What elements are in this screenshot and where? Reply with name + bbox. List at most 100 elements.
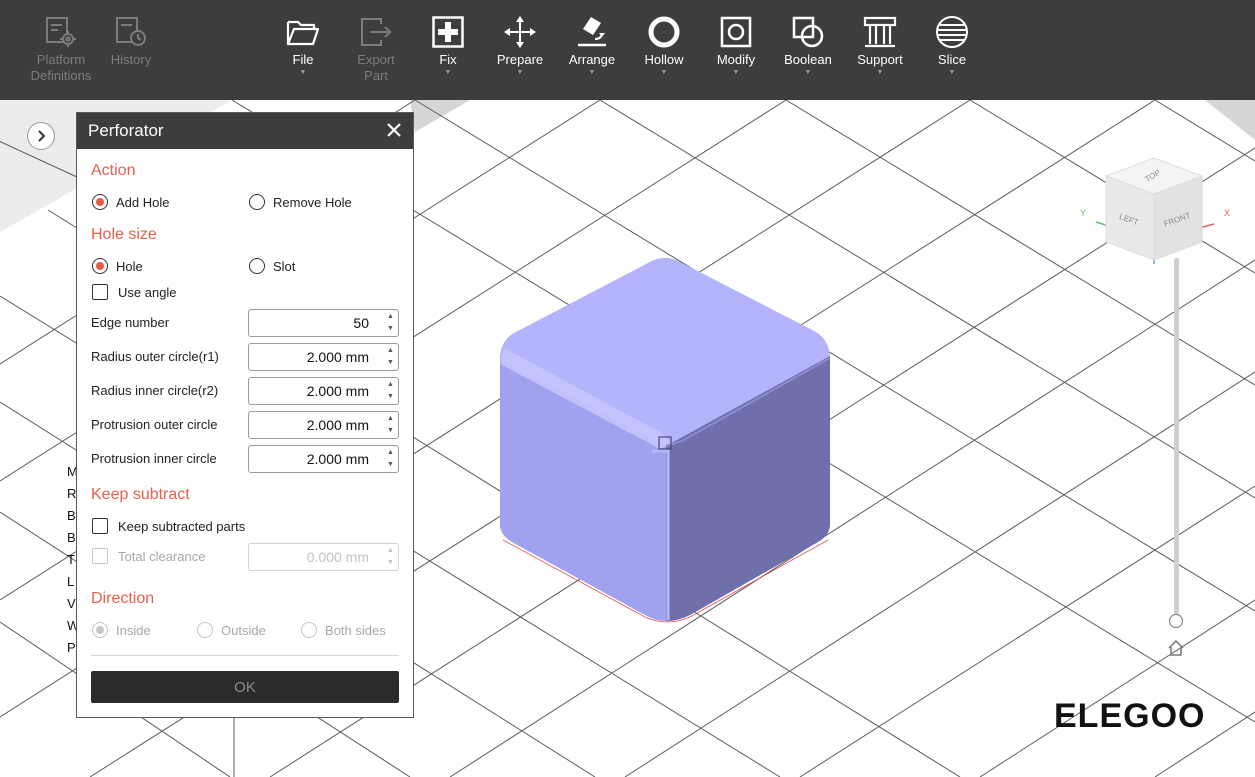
folder-icon xyxy=(285,14,321,50)
dialog-title: Perforator xyxy=(88,121,164,140)
history-icon xyxy=(113,14,149,50)
protrusion-inner-spinbox[interactable]: ▲▼ xyxy=(248,445,399,473)
slot-label: Slot xyxy=(273,258,296,274)
spin-arrows[interactable]: ▲ ▼ xyxy=(387,415,395,435)
boolean-button[interactable]: Boolean ▼ xyxy=(773,0,843,100)
svg-text:ELEGOO: ELEGOO xyxy=(1054,697,1205,735)
support-button[interactable]: Support ▼ xyxy=(845,0,915,100)
radius-inner-spinbox[interactable]: ▲▼ xyxy=(248,377,399,405)
spin-arrows[interactable]: ▲ ▼ xyxy=(387,449,395,469)
support-label: Support xyxy=(857,52,903,67)
direction-section-title: Direction xyxy=(91,590,155,607)
ok-button[interactable]: OK xyxy=(91,671,399,703)
fix-label: Fix xyxy=(439,52,457,67)
chevron-right-icon xyxy=(38,130,46,142)
use-angle-checkbox[interactable]: Use angle xyxy=(92,284,177,300)
chevron-down-icon: ▼ xyxy=(660,69,668,76)
both-sides-radio[interactable]: Both sides xyxy=(301,622,386,638)
chevron-down-icon: ▼ xyxy=(588,69,596,76)
remove-hole-label: Remove Hole xyxy=(273,194,352,210)
support-icon xyxy=(862,14,898,50)
radius-inner-input[interactable] xyxy=(249,383,369,399)
slice-button[interactable]: Slice ▼ xyxy=(917,0,987,100)
radius-outer-spinbox[interactable]: ▲▼ xyxy=(248,343,399,371)
arrange-button[interactable]: Arrange ▼ xyxy=(557,0,627,100)
side-panel-letter: R xyxy=(67,486,77,501)
fix-button[interactable]: Fix ▼ xyxy=(413,0,483,100)
slot-radio[interactable]: Slot xyxy=(249,258,295,274)
total-clearance-input[interactable] xyxy=(249,549,369,565)
expand-panel-button[interactable] xyxy=(27,122,55,150)
perforator-dialog: Perforator Action Add Hole Remove Hole H… xyxy=(76,112,414,718)
action-section-title: Action xyxy=(91,162,136,179)
keep-subtracted-parts-label: Keep subtracted parts xyxy=(118,518,246,534)
checkbox-box xyxy=(92,284,108,300)
radio-indicator xyxy=(249,258,265,274)
spin-arrows[interactable]: ▲ ▼ xyxy=(387,547,395,567)
chevron-down-icon: ▼ xyxy=(732,69,740,76)
use-angle-label: Use angle xyxy=(118,284,177,300)
modify-icon xyxy=(718,14,754,50)
hole-size-section-title: Hole size xyxy=(91,226,157,243)
modify-label: Modify xyxy=(716,52,756,67)
axis-x-label: X xyxy=(1224,208,1230,218)
edge-number-input[interactable] xyxy=(249,315,369,331)
elegoo-logo: ELEGOO xyxy=(1054,697,1205,735)
hollow-button[interactable]: Hollow ▼ xyxy=(629,0,699,100)
protrusion-inner-input[interactable] xyxy=(249,451,369,467)
protrusion-outer-spinbox[interactable]: ▲▼ xyxy=(248,411,399,439)
layer-slider-track[interactable] xyxy=(1174,258,1179,620)
side-panel-letter: B xyxy=(67,530,76,545)
edge-number-label: Edge number xyxy=(91,315,170,330)
hole-label: Hole xyxy=(116,258,143,274)
boolean-label: Boolean xyxy=(784,52,832,67)
export-part-button[interactable]: Export Part xyxy=(341,0,411,100)
inside-radio[interactable]: Inside xyxy=(92,622,151,638)
platform-definitions-label: Platform Definitions xyxy=(30,52,92,83)
modify-button[interactable]: Modify ▼ xyxy=(701,0,771,100)
remove-hole-radio[interactable]: Remove Hole xyxy=(249,194,352,210)
checkbox-box xyxy=(92,518,108,534)
hole-radio[interactable]: Hole xyxy=(92,258,143,274)
total-clearance-checkbox[interactable]: Total clearance xyxy=(92,548,205,564)
outside-radio[interactable]: Outside xyxy=(197,622,266,638)
platform-settings-icon xyxy=(43,14,79,50)
total-clearance-spinbox[interactable]: ▲▼ xyxy=(248,543,399,571)
add-hole-label: Add Hole xyxy=(116,194,170,210)
keep-subtract-section-title: Keep subtract xyxy=(91,486,190,503)
file-button[interactable]: File ▼ xyxy=(268,0,338,100)
arrange-label: Arrange xyxy=(568,52,616,67)
total-clearance-label: Total clearance xyxy=(118,548,206,564)
move-arrows-icon xyxy=(502,14,538,50)
slice-icon xyxy=(934,14,970,50)
prepare-button[interactable]: Prepare ▼ xyxy=(485,0,555,100)
home-view-icon[interactable] xyxy=(1166,638,1186,658)
chevron-down-icon: ▼ xyxy=(804,69,812,76)
chevron-down-icon: ▼ xyxy=(299,69,307,76)
spin-arrows[interactable]: ▲ ▼ xyxy=(387,313,395,333)
hollow-ring-icon xyxy=(646,14,682,50)
keep-subtracted-parts-checkbox[interactable]: Keep subtracted parts xyxy=(92,518,245,534)
radius-outer-input[interactable] xyxy=(249,349,369,365)
edge-number-spinbox[interactable]: ▲▼ xyxy=(248,309,399,337)
side-panel-letter: V xyxy=(67,596,76,611)
radio-indicator xyxy=(249,194,265,210)
chevron-down-icon: ▼ xyxy=(444,69,452,76)
axis-y-label: Y xyxy=(1080,208,1086,218)
platform-definitions-button[interactable]: Platform Definitions xyxy=(26,0,96,100)
close-icon[interactable] xyxy=(385,121,403,139)
chevron-down-icon: ▼ xyxy=(948,69,956,76)
view-navigation-cube[interactable]: TOP LEFT FRONT Y X xyxy=(1068,150,1240,270)
inside-label: Inside xyxy=(116,622,151,638)
both-sides-label: Both sides xyxy=(325,622,386,638)
spin-arrows[interactable]: ▲ ▼ xyxy=(387,381,395,401)
add-hole-radio[interactable]: Add Hole xyxy=(92,194,169,210)
export-part-label: Export Part xyxy=(357,52,395,83)
history-button[interactable]: History xyxy=(96,0,166,100)
file-label: File xyxy=(292,52,314,67)
protrusion-outer-input[interactable] xyxy=(249,417,369,433)
side-panel-letter: L xyxy=(67,574,75,589)
fix-plus-icon xyxy=(430,14,466,50)
layer-slider-handle[interactable] xyxy=(1169,614,1183,628)
spin-arrows[interactable]: ▲ ▼ xyxy=(387,347,395,367)
